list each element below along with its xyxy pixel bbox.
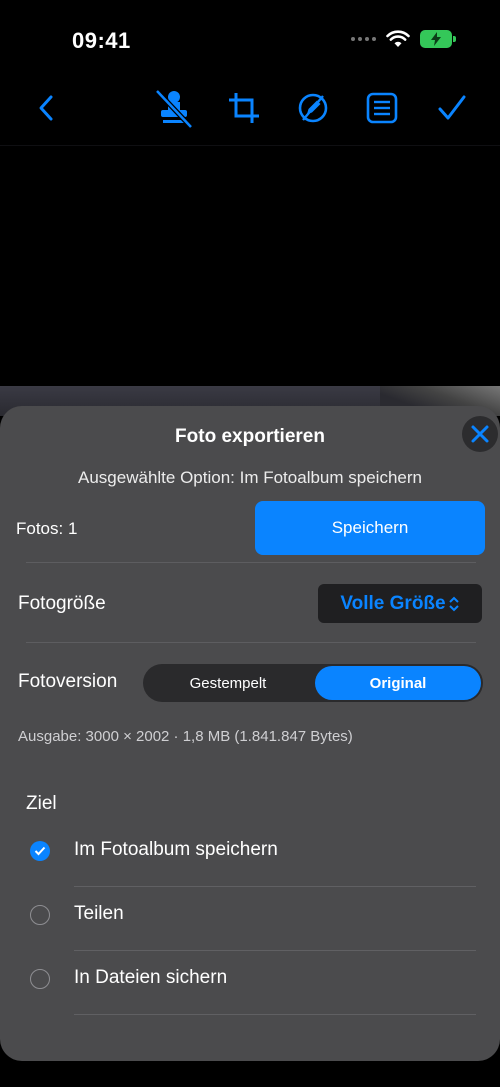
selected-option-text: Ausgewählte Option: Im Fotoalbum speiche… <box>78 468 422 487</box>
back-icon <box>39 95 53 121</box>
destination-option-photo-album[interactable]: Im Fotoalbum speichern <box>0 823 500 887</box>
markup-toggle-button[interactable] <box>291 86 335 130</box>
photo-size-label: Fotogröße <box>18 593 106 614</box>
destination-label: Teilen <box>74 903 124 924</box>
status-bar: 09:41 <box>0 0 500 80</box>
photo-count: Fotos: 1 <box>16 519 78 538</box>
stamp-toggle-button[interactable] <box>152 86 196 130</box>
wifi-icon <box>386 30 410 47</box>
battery-charging-icon <box>420 30 456 48</box>
list-icon <box>366 92 398 124</box>
divider <box>74 1014 476 1015</box>
radio-unchecked-icon <box>30 969 50 989</box>
radio-checked-icon <box>30 841 50 861</box>
photo-size-select[interactable]: Volle Größe <box>318 584 482 623</box>
destination-label: Im Fotoalbum speichern <box>74 839 278 860</box>
save-button[interactable]: Speichern <box>255 501 485 555</box>
segment-original[interactable]: Original <box>315 666 481 700</box>
top-toolbar <box>0 78 500 138</box>
edit-off-icon <box>298 93 328 123</box>
close-button[interactable] <box>462 416 498 452</box>
crop-button[interactable] <box>222 86 266 130</box>
photo-version-segmented-control: Gestempelt Original <box>143 664 483 702</box>
radio-unchecked-icon <box>30 905 50 925</box>
destination-label: In Dateien sichern <box>74 967 228 988</box>
divider <box>26 642 476 643</box>
destination-option-files[interactable]: In Dateien sichern <box>0 951 500 1015</box>
output-info: Ausgabe: 3000 × 2002 · 1,8 MB (1.841.847… <box>18 728 353 745</box>
destination-option-share[interactable]: Teilen <box>0 887 500 951</box>
back-button[interactable] <box>24 86 68 130</box>
stamp-off-icon <box>155 89 193 129</box>
crop-icon <box>229 93 259 123</box>
photo-size-value: Volle Größe <box>340 592 446 614</box>
info-list-button[interactable] <box>360 86 404 130</box>
toolbar-divider <box>0 145 500 146</box>
export-sheet: Foto exportieren Ausgewählte Option: Im … <box>0 406 500 1061</box>
status-icons <box>351 30 456 48</box>
status-time: 09:41 <box>72 28 131 53</box>
close-icon <box>471 425 489 443</box>
confirm-button[interactable] <box>430 86 474 130</box>
sheet-title: Foto exportieren <box>175 426 325 447</box>
checkmark-icon <box>438 95 466 120</box>
chevron-up-down-icon <box>448 596 459 611</box>
segment-gestempelt[interactable]: Gestempelt <box>145 666 311 700</box>
destination-heading: Ziel <box>26 793 57 814</box>
divider <box>26 562 476 563</box>
photo-version-label: Fotoversion <box>18 671 118 692</box>
cellular-signal-icon <box>351 37 376 41</box>
